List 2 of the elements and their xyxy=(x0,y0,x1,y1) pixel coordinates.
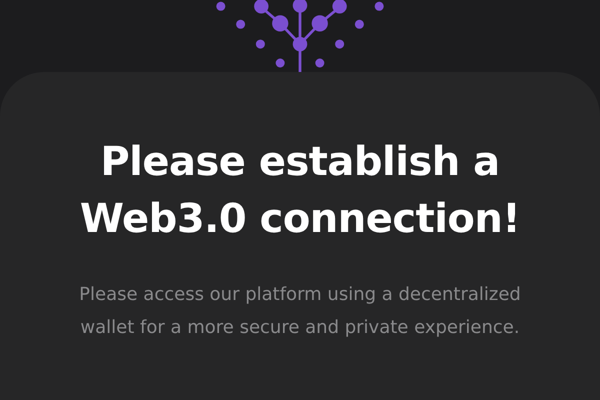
heading: Please establish a Web3.0 connection! xyxy=(78,138,522,244)
description: Please access our platform using a decentralized wallet for a more secure and private experience. xyxy=(78,283,522,340)
